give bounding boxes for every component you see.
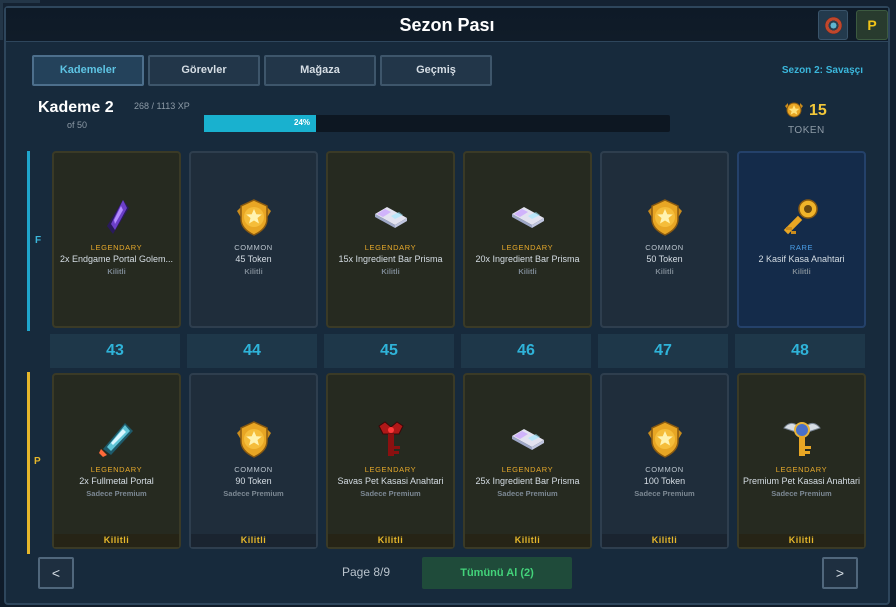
reward-status: Sadece Premium [634, 489, 695, 498]
locked-strip: Kilitli [191, 534, 316, 547]
next-page-button[interactable]: > [822, 557, 858, 589]
ingredient-bar-icon [328, 195, 453, 239]
reward-name: 90 Token [235, 476, 272, 486]
reward-status: Sadece Premium [360, 489, 421, 498]
reward-rarity: COMMON [645, 243, 684, 252]
portal-crystal-icon [54, 417, 179, 461]
token-badge-icon [602, 195, 727, 239]
xp-progress-bar: 24% [204, 115, 670, 132]
token-badge-icon [602, 417, 727, 461]
ingredient-bar-icon [465, 417, 590, 461]
premium-reward-card[interactable]: COMMON 90 Token Sadece Premium Kilitli [189, 373, 318, 549]
red-key-icon [328, 417, 453, 461]
reward-rarity: LEGENDARY [364, 243, 417, 252]
reward-name: Savas Pet Kasasi Anahtari [337, 476, 444, 486]
premium-reward-card[interactable]: LEGENDARY Premium Pet Kasasi Anahtari Sade… [737, 373, 866, 549]
premium-reward-card[interactable]: LEGENDARY 2x Fullmetal Portal Sadece Premi… [52, 373, 181, 549]
reward-rarity: COMMON [234, 465, 273, 474]
tab-kademeler[interactable]: Kademeler [32, 55, 144, 86]
prev-page-button[interactable]: < [38, 557, 74, 589]
tier-number: 46 [461, 334, 591, 368]
claim-all-button[interactable]: Tümünü Al (2) [422, 557, 572, 589]
reward-rarity: LEGENDARY [501, 465, 554, 474]
locked-strip: Kilitli [328, 534, 453, 547]
crystal-shard-icon [54, 195, 179, 239]
xp-progress-label: 24% [294, 118, 311, 127]
tab-gecmis[interactable]: Geçmiş [380, 55, 492, 86]
window-title: Sezon Pası [399, 15, 495, 35]
tier-title: Kademe 2 [38, 99, 114, 116]
golden-key-icon [739, 195, 864, 239]
reward-status: Sadece Premium [497, 489, 558, 498]
token-label: TOKEN [788, 125, 825, 136]
winged-key-icon [739, 417, 864, 461]
premium-button[interactable]: P [856, 10, 888, 40]
reward-name: 2x Fullmetal Portal [79, 476, 154, 486]
reward-status: Kilitli [381, 267, 400, 276]
tier-number: 48 [735, 334, 865, 368]
free-reward-card[interactable]: LEGENDARY 2x Endgame Portal Golem... Kilit… [52, 151, 181, 328]
locked-strip: Kilitli [465, 534, 590, 547]
reward-status: Sadece Premium [771, 489, 832, 498]
settings-button[interactable] [818, 10, 848, 40]
free-reward-card[interactable]: COMMON 45 Token Kilitli [189, 151, 318, 328]
reward-status: Kilitli [792, 267, 811, 276]
free-reward-card[interactable]: COMMON 50 Token Kilitli [600, 151, 729, 328]
tier-number: 44 [187, 334, 317, 368]
free-reward-card[interactable]: LEGENDARY 20x Ingredient Bar Prisma Kilitl… [463, 151, 592, 328]
tier-total: of 50 [67, 120, 88, 130]
reward-status: Sadece Premium [86, 489, 147, 498]
reward-name: 50 Token [646, 254, 683, 264]
reward-status: Kilitli [518, 267, 537, 276]
premium-reward-card[interactable]: LEGENDARY Savas Pet Kasasi Anahtari Sadece… [326, 373, 455, 549]
reward-rarity: LEGENDARY [501, 243, 554, 252]
reward-rarity: LEGENDARY [90, 243, 143, 252]
reward-rarity: COMMON [645, 465, 684, 474]
reward-rarity: LEGENDARY [775, 465, 828, 474]
locked-strip: Kilitli [739, 534, 864, 547]
tier-number: 45 [324, 334, 454, 368]
reward-rarity: COMMON [234, 243, 273, 252]
reward-name: 2 Kasif Kasa Anahtari [758, 254, 845, 264]
xp-text: 268 / 1113 XP [134, 101, 190, 111]
reward-status: Kilitli [107, 267, 126, 276]
ingredient-bar-icon [465, 195, 590, 239]
reward-name: 20x Ingredient Bar Prisma [475, 254, 580, 264]
token-icon [785, 102, 803, 118]
tier-number: 47 [598, 334, 728, 368]
token-count: 15 [809, 102, 827, 119]
reward-status: Sadece Premium [223, 489, 284, 498]
locked-strip: Kilitli [602, 534, 727, 547]
token-badge-icon [191, 195, 316, 239]
premium-reward-card[interactable]: LEGENDARY 25x Ingredient Bar Prisma Sadece… [463, 373, 592, 549]
token-badge-icon [191, 417, 316, 461]
tab-magaza[interactable]: Mağaza [264, 55, 376, 86]
season-label: Sezon 2: Savaşçı [781, 65, 863, 76]
tab-gorevler[interactable]: Görevler [148, 55, 260, 86]
reward-rarity: LEGENDARY [364, 465, 417, 474]
reward-rarity: LEGENDARY [90, 465, 143, 474]
gear-icon [825, 17, 842, 34]
free-reward-card[interactable]: LEGENDARY 15x Ingredient Bar Prisma Kilitl… [326, 151, 455, 328]
reward-name: 15x Ingredient Bar Prisma [338, 254, 443, 264]
reward-name: 2x Endgame Portal Golem... [59, 254, 174, 264]
tier-number: 43 [50, 334, 180, 368]
reward-status: Kilitli [655, 267, 674, 276]
free-track-label: F [35, 235, 42, 246]
free-reward-card[interactable]: RARE 2 Kasif Kasa Anahtari Kilitli [737, 151, 866, 328]
reward-name: Premium Pet Kasasi Anahtari [742, 476, 861, 486]
page-indicator: Page 8/9 [342, 565, 391, 579]
locked-strip: Kilitli [54, 534, 179, 547]
reward-name: 25x Ingredient Bar Prisma [475, 476, 580, 486]
title-bar: Sezon Pası P [6, 8, 888, 42]
reward-name: 100 Token [643, 476, 686, 486]
reward-name: 45 Token [235, 254, 272, 264]
premium-track-label: P [34, 456, 41, 467]
reward-rarity: RARE [789, 243, 814, 252]
free-track-bar [27, 151, 30, 331]
reward-status: Kilitli [244, 267, 263, 276]
season-pass-window: Sezon Pası P Kademeler Görevler Mağaza G… [4, 6, 890, 605]
premium-reward-card[interactable]: COMMON 100 Token Sadece Premium Kilitli [600, 373, 729, 549]
premium-track-bar [27, 372, 30, 554]
